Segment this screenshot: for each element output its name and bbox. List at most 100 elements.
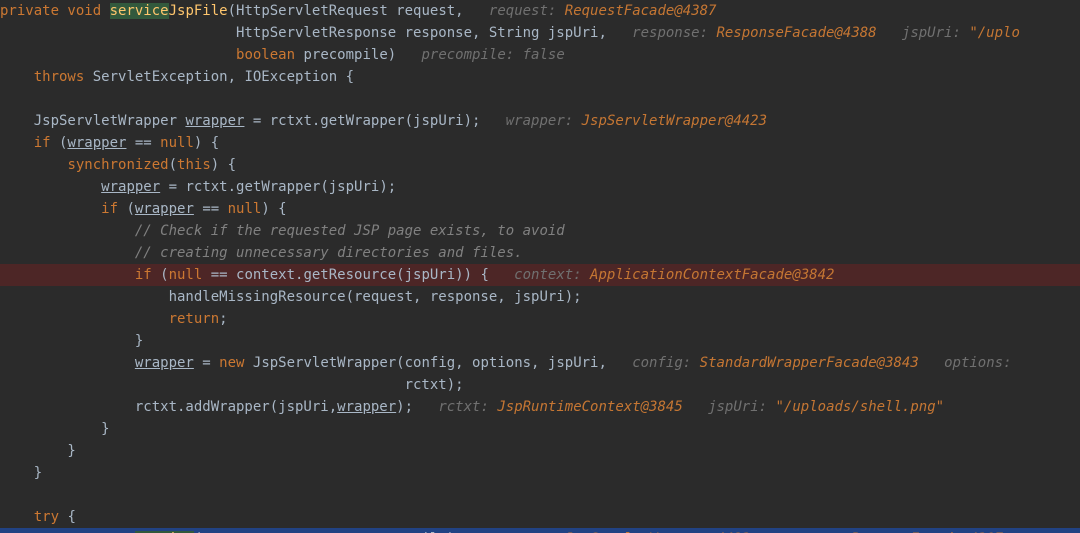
code-line[interactable]: } <box>0 462 1080 484</box>
code-line[interactable]: } <box>0 418 1080 440</box>
code-token: ( <box>51 135 68 151</box>
code-token: ) { <box>211 157 236 173</box>
code-line[interactable]: if (null == context.getResource(jspUri))… <box>0 264 1080 286</box>
code-line[interactable]: // creating unnecessary directories and … <box>0 242 1080 264</box>
code-token: = <box>194 355 219 371</box>
code-token: HttpServletResponse response, String jsp… <box>0 25 632 41</box>
code-token: boolean <box>236 47 295 63</box>
code-line[interactable]: rctxt.addWrapper(jspUri,wrapper); rctxt:… <box>0 396 1080 418</box>
code-token: rctxt); <box>0 377 464 393</box>
code-token: jspUri: <box>877 25 970 41</box>
code-token: == <box>126 135 160 151</box>
code-token <box>0 179 101 195</box>
code-token <box>0 355 135 371</box>
code-line[interactable]: } <box>0 440 1080 462</box>
code-token: synchronized <box>67 157 168 173</box>
code-token: "/uploads/shell.png" <box>776 399 945 415</box>
code-token: if <box>34 135 51 151</box>
code-token <box>0 47 236 63</box>
code-line[interactable]: private void serviceJspFile(HttpServletR… <box>0 0 1080 22</box>
code-token: // creating unnecessary directories and … <box>135 245 523 261</box>
code-token <box>0 245 135 261</box>
code-token: false <box>523 47 565 63</box>
code-token: null <box>169 267 203 283</box>
code-line[interactable]: } <box>0 330 1080 352</box>
code-token: == <box>194 201 228 217</box>
code-token: JspRuntimeContext@3845 <box>497 399 682 415</box>
code-token: == context.getResource(jspUri)) { <box>202 267 514 283</box>
code-token <box>0 311 169 327</box>
code-token: wrapper <box>135 355 194 371</box>
code-line[interactable]: handleMissingResource(request, response,… <box>0 286 1080 308</box>
code-token: "/uplo <box>969 25 1020 41</box>
code-line[interactable]: try { <box>0 506 1080 528</box>
code-token: = rctxt.getWrapper(jspUri); <box>244 113 505 129</box>
code-token: JspFile <box>169 3 228 19</box>
code-token: = rctxt.getWrapper(jspUri); <box>160 179 396 195</box>
code-token: this <box>177 157 211 173</box>
code-line[interactable]: rctxt); <box>0 374 1080 396</box>
code-token: StandardWrapperFacade@3843 <box>700 355 919 371</box>
code-line[interactable] <box>0 484 1080 506</box>
code-token: { <box>59 509 76 525</box>
code-token: return <box>169 311 220 327</box>
code-token: ) { <box>261 201 286 217</box>
code-line[interactable]: wrapper.service(request, response, preco… <box>0 528 1080 533</box>
code-token: ServletException, IOException { <box>84 69 354 85</box>
code-token: JspServletWrapper@4423 <box>582 113 767 129</box>
code-token: wrapper <box>185 113 244 129</box>
code-token: rctxt.addWrapper(jspUri, <box>0 399 337 415</box>
code-line[interactable]: return; <box>0 308 1080 330</box>
code-token: ); <box>396 399 438 415</box>
code-token: ) { <box>194 135 219 151</box>
code-token: handleMissingResource(request, response,… <box>0 289 582 305</box>
code-line[interactable]: if (wrapper == null) { <box>0 198 1080 220</box>
code-token: try <box>34 509 59 525</box>
code-token: (HttpServletRequest request, <box>228 3 489 19</box>
code-token: throws <box>34 69 85 85</box>
code-token: ApplicationContextFacade@3842 <box>590 267 834 283</box>
code-token: wrapper <box>337 399 396 415</box>
code-line[interactable]: boolean precompile) precompile: false <box>0 44 1080 66</box>
code-line[interactable]: JspServletWrapper wrapper = rctxt.getWra… <box>0 110 1080 132</box>
code-line[interactable]: // Check if the requested JSP page exist… <box>0 220 1080 242</box>
code-line[interactable]: HttpServletResponse response, String jsp… <box>0 22 1080 44</box>
code-token: ResponseFacade@4388 <box>716 25 876 41</box>
code-token: null <box>160 135 194 151</box>
code-token: config: <box>632 355 699 371</box>
code-token: jspUri: <box>683 399 776 415</box>
code-line[interactable]: throws ServletException, IOException { <box>0 66 1080 88</box>
code-token <box>0 157 67 173</box>
code-token: private void <box>0 3 110 19</box>
code-token: // Check if the requested JSP page exist… <box>135 223 565 239</box>
code-line[interactable]: synchronized(this) { <box>0 154 1080 176</box>
code-token: rctxt: <box>438 399 497 415</box>
code-token: } <box>0 421 110 437</box>
code-token <box>0 201 101 217</box>
code-token: precompile) <box>295 47 421 63</box>
code-token <box>0 267 135 283</box>
code-token <box>0 91 8 107</box>
code-token <box>0 509 34 525</box>
code-token: JspServletWrapper <box>0 113 185 129</box>
code-editor[interactable]: private void serviceJspFile(HttpServletR… <box>0 0 1080 533</box>
code-token: } <box>0 443 76 459</box>
code-token: service <box>110 3 169 19</box>
code-line[interactable]: if (wrapper == null) { <box>0 132 1080 154</box>
code-token: request: <box>489 3 565 19</box>
code-token: JspServletWrapper(config, options, jspUr… <box>244 355 632 371</box>
code-token <box>0 223 135 239</box>
code-line[interactable]: wrapper = new JspServletWrapper(config, … <box>0 352 1080 374</box>
code-line[interactable]: wrapper = rctxt.getWrapper(jspUri); <box>0 176 1080 198</box>
code-token: ; <box>219 311 227 327</box>
code-token: context: <box>514 267 590 283</box>
code-token: wrapper <box>67 135 126 151</box>
code-token: wrapper: <box>506 113 582 129</box>
code-token <box>0 135 34 151</box>
code-token <box>0 69 34 85</box>
code-line[interactable] <box>0 88 1080 110</box>
code-token: ( <box>169 157 177 173</box>
code-token: } <box>0 465 42 481</box>
code-token <box>0 487 8 503</box>
code-token: ( <box>152 267 169 283</box>
